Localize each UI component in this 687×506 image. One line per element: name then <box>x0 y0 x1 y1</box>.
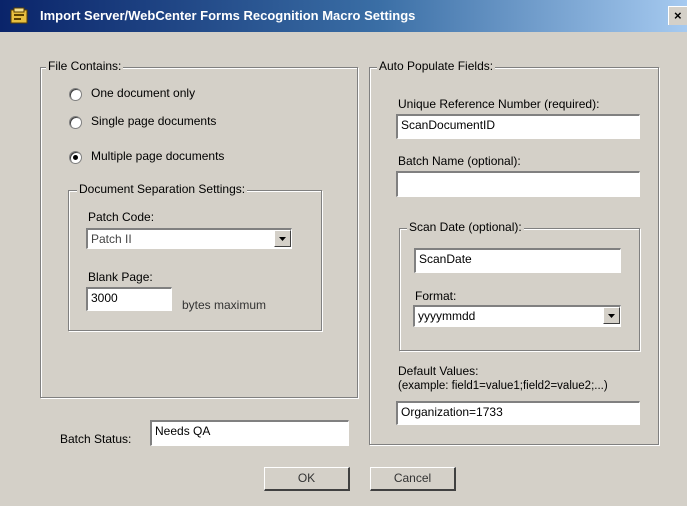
radio-selected-dot <box>73 155 78 160</box>
patch-code-dropdown-button[interactable] <box>274 230 291 247</box>
radio-one-document-label[interactable]: One document only <box>91 86 195 100</box>
title-bar[interactable]: Import Server/WebCenter Forms Recognitio… <box>0 0 687 32</box>
patch-code-value: Patch II <box>91 232 132 246</box>
radio-single-page[interactable] <box>69 116 82 129</box>
chevron-down-icon <box>608 314 615 318</box>
patch-code-label: Patch Code: <box>88 210 155 224</box>
format-value: yyyymmdd <box>418 309 476 323</box>
document-separation-legend: Document Separation Settings: <box>77 182 248 196</box>
batch-name-label: Batch Name (optional): <box>398 154 521 168</box>
default-values-input[interactable]: Organization=1733 <box>396 401 640 425</box>
auto-populate-legend: Auto Populate Fields: <box>377 59 496 73</box>
ok-button[interactable]: OK <box>264 467 350 491</box>
cancel-button[interactable]: Cancel <box>370 467 456 491</box>
blank-page-label: Blank Page: <box>88 270 153 284</box>
format-dropdown-button[interactable] <box>603 307 620 324</box>
unique-ref-label: Unique Reference Number (required): <box>398 97 600 111</box>
radio-single-page-label[interactable]: Single page documents <box>91 114 216 128</box>
radio-multiple-page[interactable] <box>69 151 82 164</box>
blank-page-input[interactable]: 3000 <box>86 287 172 311</box>
window-title: Import Server/WebCenter Forms Recognitio… <box>40 8 416 23</box>
batch-name-input[interactable] <box>396 171 640 197</box>
radio-multiple-page-label[interactable]: Multiple page documents <box>91 149 224 163</box>
format-select[interactable]: yyyymmdd <box>413 305 621 327</box>
format-label: Format: <box>415 289 457 303</box>
chevron-down-icon <box>279 237 286 241</box>
batch-status-input[interactable]: Needs QA <box>150 420 349 446</box>
app-icon <box>10 7 28 24</box>
patch-code-select[interactable]: Patch II <box>86 228 292 249</box>
blank-page-unit: bytes maximum <box>182 298 267 312</box>
file-contains-legend: File Contains: <box>46 59 124 73</box>
scan-date-input[interactable]: ScanDate <box>414 248 621 273</box>
scan-date-legend: Scan Date (optional): <box>407 220 524 234</box>
close-icon[interactable]: × <box>668 6 687 25</box>
batch-status-label: Batch Status: <box>60 432 132 446</box>
default-values-example: (example: field1=value1;field2=value2;..… <box>398 380 608 392</box>
default-values-label: Default Values: <box>398 364 479 378</box>
radio-one-document[interactable] <box>69 88 82 101</box>
unique-ref-input[interactable]: ScanDocumentID <box>396 114 640 139</box>
